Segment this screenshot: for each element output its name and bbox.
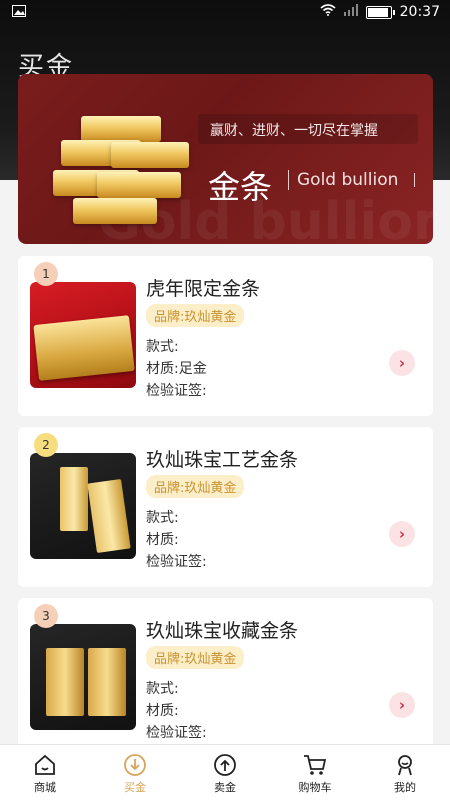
tab-cart[interactable]: 购物车 bbox=[270, 745, 360, 800]
banner-title: 金条 bbox=[208, 168, 273, 206]
brand-tag: 品牌:玖灿黄金 bbox=[146, 646, 245, 669]
cart-icon bbox=[270, 751, 360, 779]
tab-label: 卖金 bbox=[214, 781, 236, 794]
chevron-right-icon[interactable]: › bbox=[389, 521, 415, 547]
battery-icon bbox=[365, 5, 395, 19]
brand-tag: 品牌:玖灿黄金 bbox=[146, 475, 245, 498]
product-card[interactable]: 3 玖灿珠宝收藏金条 品牌:玖灿黄金 款式: 材质: 检验证签: › bbox=[18, 598, 433, 758]
product-image bbox=[30, 624, 136, 730]
sell-gold-icon bbox=[180, 751, 270, 779]
bottom-tab-bar: 商城 买金 卖金 购物车 我的 bbox=[0, 744, 450, 800]
product-material: 材质: bbox=[146, 703, 179, 719]
product-card[interactable]: 1 虎年限定金条 品牌:玖灿黄金 款式: 材质:足金 检验证签: › bbox=[18, 256, 433, 416]
product-certificate: 检验证签: bbox=[146, 383, 207, 399]
tab-mall[interactable]: 商城 bbox=[0, 745, 90, 800]
rank-badge: 2 bbox=[34, 433, 58, 457]
product-certificate: 检验证签: bbox=[146, 725, 207, 741]
gold-bullion-banner[interactable]: Gold bullion 赢财、进财、一切尽在掌握 金条 Gold bullio… bbox=[18, 74, 433, 244]
product-style: 款式: bbox=[146, 681, 179, 697]
home-icon bbox=[0, 751, 90, 779]
tab-label: 买金 bbox=[124, 781, 146, 794]
gallery-icon bbox=[12, 5, 26, 21]
brand-tag: 品牌:玖灿黄金 bbox=[146, 304, 245, 327]
product-name: 虎年限定金条 bbox=[146, 278, 261, 300]
signal-icon bbox=[343, 4, 358, 20]
banner-divider bbox=[414, 173, 415, 187]
wifi-icon bbox=[320, 4, 336, 20]
product-material: 材质:足金 bbox=[146, 361, 207, 377]
chevron-right-icon[interactable]: › bbox=[389, 350, 415, 376]
buy-gold-icon bbox=[90, 751, 180, 779]
product-style: 款式: bbox=[146, 510, 179, 526]
product-certificate: 检验证签: bbox=[146, 554, 207, 570]
chevron-right-icon[interactable]: › bbox=[389, 692, 415, 718]
tab-label: 我的 bbox=[394, 781, 416, 794]
tab-label: 购物车 bbox=[298, 781, 332, 794]
product-card[interactable]: 2 玖灿珠宝工艺金条 品牌:玖灿黄金 款式: 材质: 检验证签: › bbox=[18, 427, 433, 587]
product-image bbox=[30, 282, 136, 388]
tab-buy-gold[interactable]: 买金 bbox=[90, 745, 180, 800]
banner-subtitle: Gold bullion bbox=[288, 170, 406, 190]
product-name: 玖灿珠宝工艺金条 bbox=[146, 449, 299, 471]
banner-slogan: 赢财、进财、一切尽在掌握 bbox=[198, 114, 418, 144]
status-bar: 20:37 bbox=[0, 0, 450, 28]
tab-sell-gold[interactable]: 卖金 bbox=[180, 745, 270, 800]
product-name: 玖灿珠宝收藏金条 bbox=[146, 620, 299, 642]
tab-label: 商城 bbox=[34, 781, 56, 794]
tab-profile[interactable]: 我的 bbox=[360, 745, 450, 800]
product-image bbox=[30, 453, 136, 559]
gold-bars-image bbox=[53, 114, 193, 224]
product-style: 款式: bbox=[146, 339, 179, 355]
product-material: 材质: bbox=[146, 532, 179, 548]
rank-badge: 1 bbox=[34, 262, 58, 286]
rank-badge: 3 bbox=[34, 604, 58, 628]
clock: 20:37 bbox=[399, 4, 440, 20]
profile-icon bbox=[360, 751, 450, 779]
